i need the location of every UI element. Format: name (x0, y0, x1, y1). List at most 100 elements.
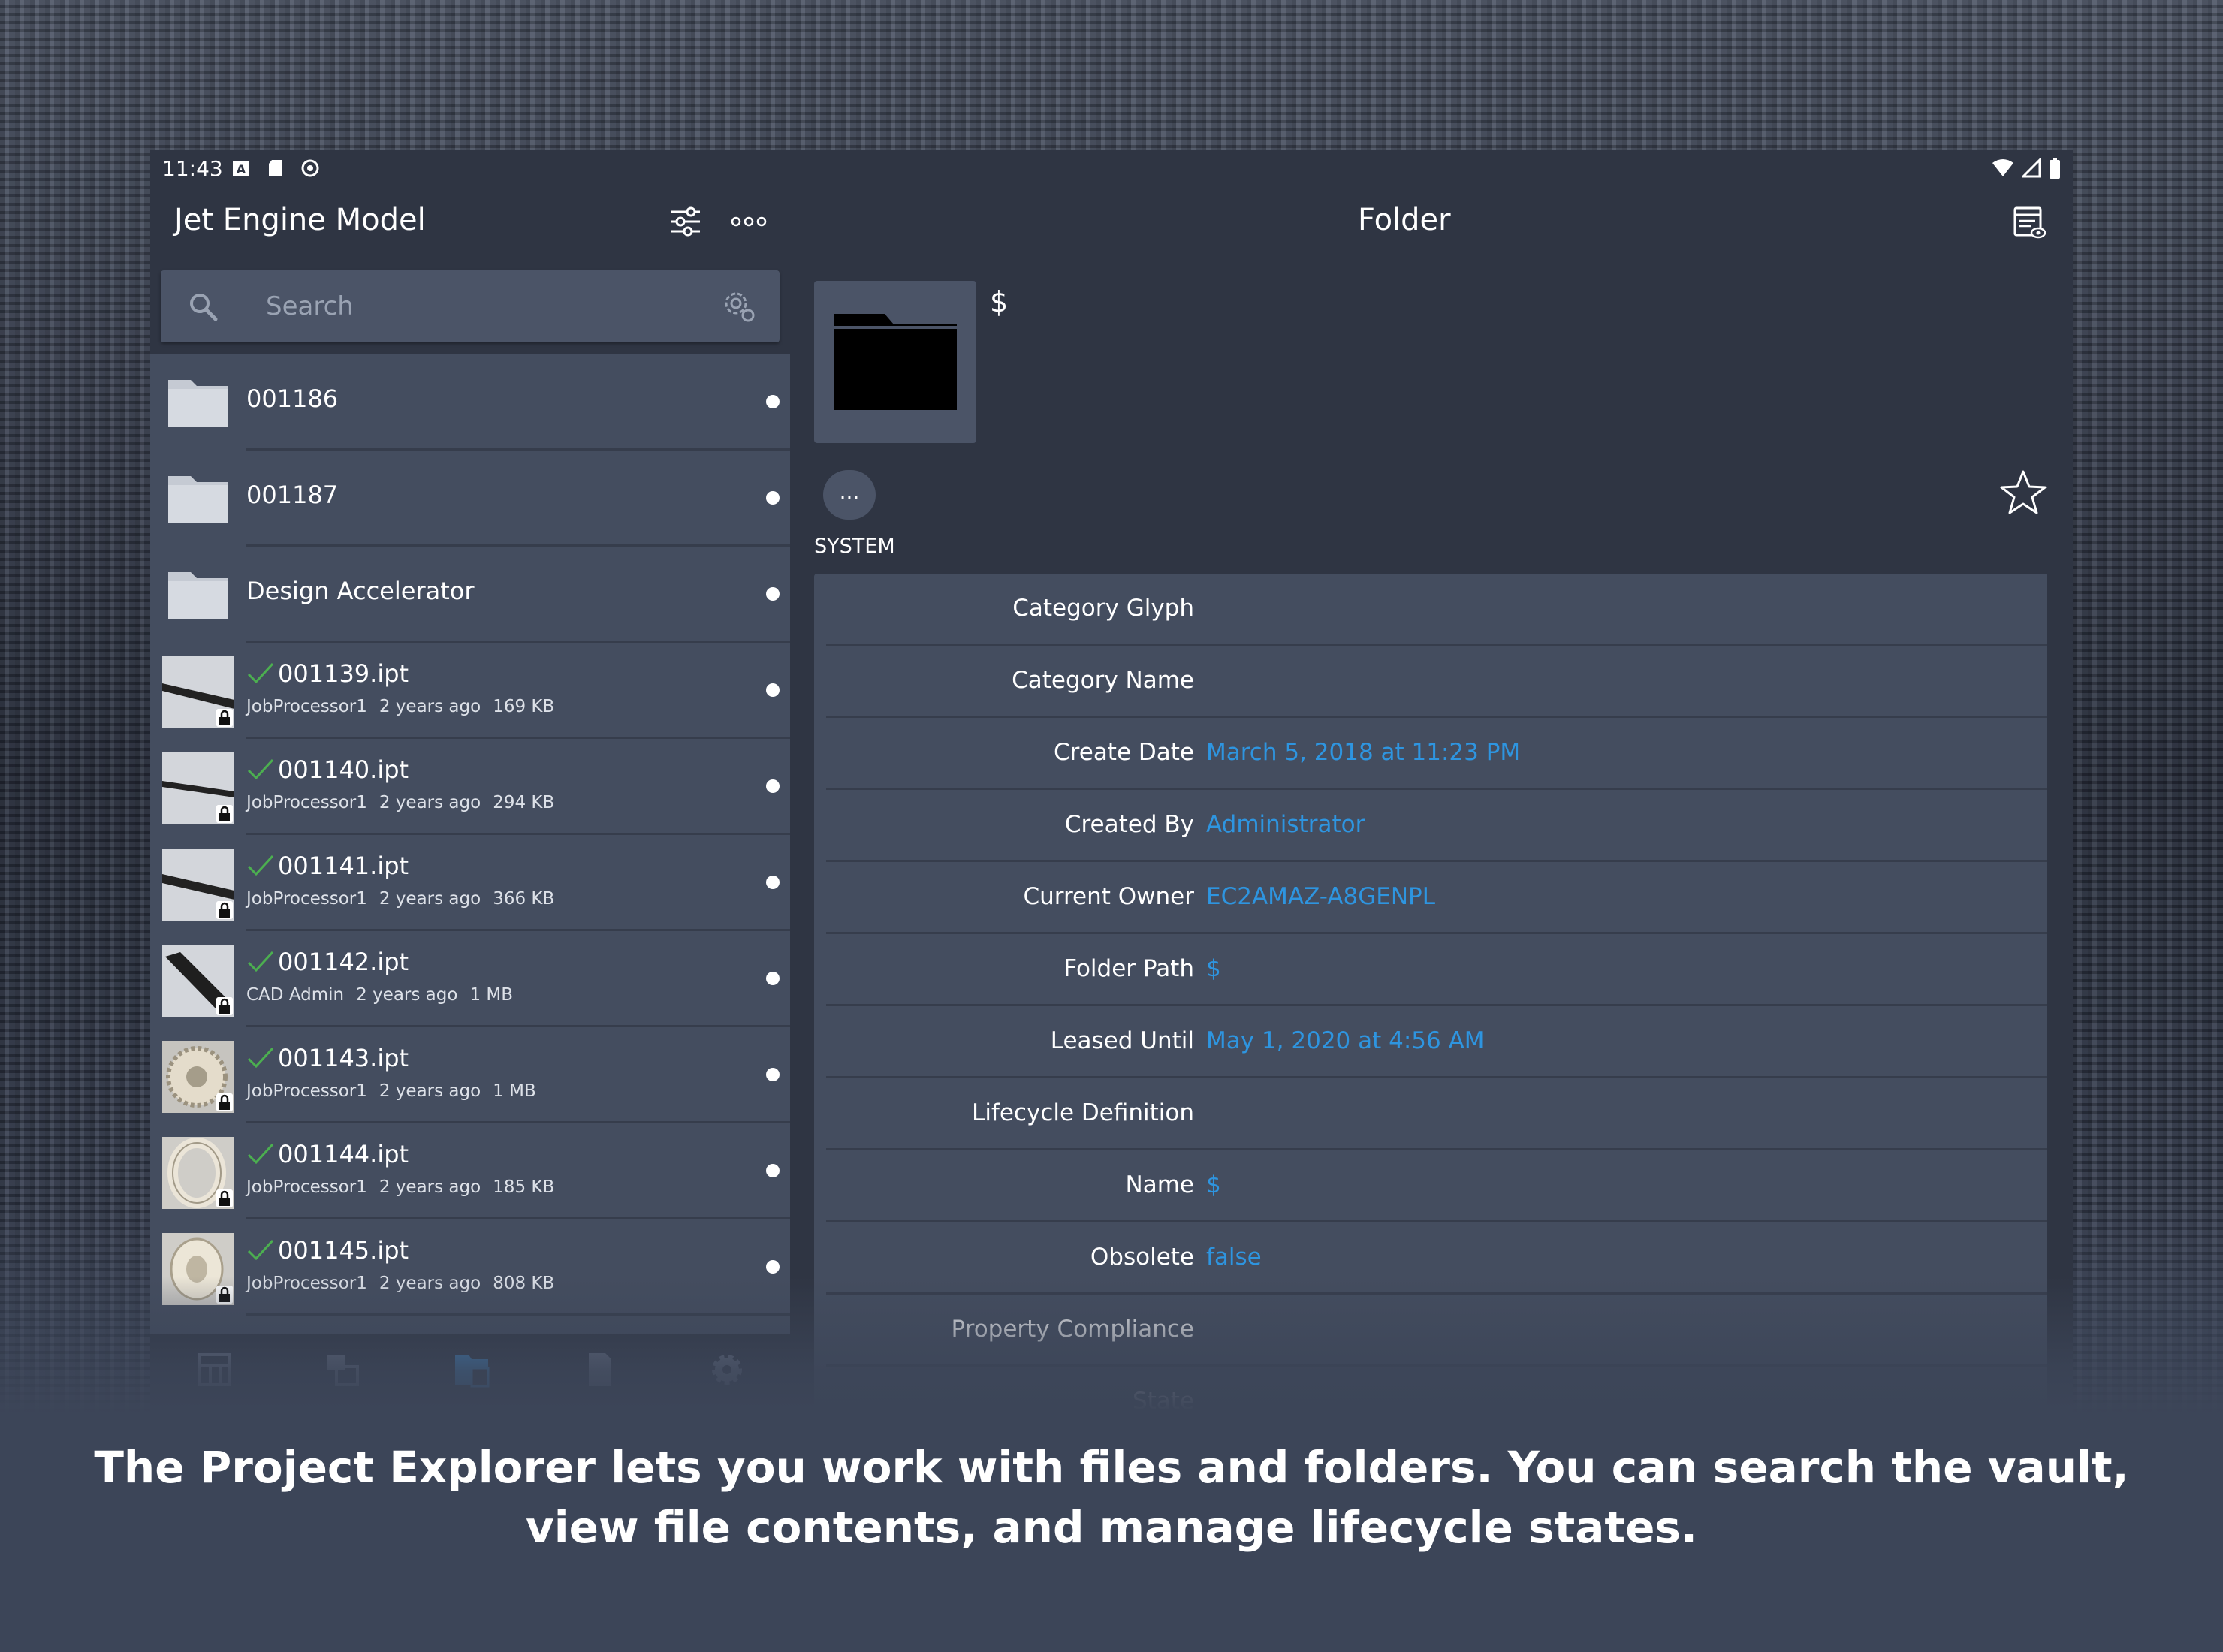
explorer-folder-icon[interactable] (449, 1347, 494, 1392)
list-item-folder[interactable]: 001186 (150, 354, 790, 451)
status-dot (766, 779, 780, 793)
file-name-row: 001142.ipt (246, 948, 409, 976)
svg-text:A: A (237, 162, 246, 176)
property-label: Lifecycle Definition (972, 1099, 1194, 1126)
property-value[interactable]: Administrator (1206, 811, 1365, 838)
status-dot (766, 587, 780, 601)
file-meta: JobProcessor1 2 years ago 808 KB (246, 1274, 566, 1293)
file-size: 185 KB (493, 1177, 555, 1197)
status-dot (766, 1164, 780, 1177)
search-settings-gear-icon[interactable] (719, 287, 759, 326)
file-author: CAD Admin (246, 985, 345, 1005)
file-meta: JobProcessor1 2 years ago 169 KB (246, 697, 566, 716)
file-age: 2 years ago (356, 985, 458, 1005)
list-item-file[interactable]: 001142.ipt CAD Admin 2 years ago 1 MB (150, 931, 790, 1027)
status-dot (766, 876, 780, 889)
search-input[interactable] (266, 287, 686, 326)
file-author: JobProcessor1 (246, 793, 367, 812)
system-status-icons (1992, 158, 2061, 179)
property-value[interactable]: May 1, 2020 at 4:56 AM (1206, 1027, 1485, 1054)
list-item-file[interactable]: 001139.ipt JobProcessor1 2 years ago 169 K… (150, 643, 790, 739)
favorite-star-icon[interactable] (1999, 469, 2047, 517)
section-label: SYSTEM (814, 535, 895, 558)
lock-icon (216, 1286, 233, 1304)
file-thumbnail (162, 656, 234, 728)
lock-icon (216, 709, 233, 727)
file-name: 001145.ipt (278, 1236, 409, 1265)
notification-icons: A (231, 158, 320, 179)
file-meta: CAD Admin 2 years ago 1 MB (246, 985, 525, 1005)
property-label: Created By (1064, 811, 1194, 838)
property-label: Category Glyph (1012, 595, 1194, 622)
lock-icon (216, 901, 233, 919)
search-bar (161, 270, 780, 342)
file-name-row: 001145.ipt (246, 1236, 409, 1265)
view-details-icon[interactable] (2013, 206, 2046, 239)
wifi-icon (1992, 159, 2013, 176)
property-row: Name $ (826, 1150, 2047, 1222)
folder-name: 001186 (246, 384, 339, 413)
file-author: JobProcessor1 (246, 697, 367, 716)
document-icon[interactable] (577, 1347, 622, 1392)
left-header: Jet Engine Model (150, 186, 796, 261)
filter-sliders-icon[interactable] (668, 204, 703, 239)
property-row: Property Compliance (826, 1295, 2047, 1367)
file-size: 1 MB (469, 985, 514, 1005)
list-item-file[interactable]: 001141.ipt JobProcessor1 2 years ago 366 K… (150, 835, 790, 931)
list-item-folder[interactable]: Design Accelerator (150, 547, 790, 643)
file-name-row: 001140.ipt (246, 755, 409, 784)
file-name-row: 001144.ipt (246, 1140, 409, 1168)
file-name-row: 001139.ipt (246, 659, 409, 688)
more-options-icon[interactable] (730, 204, 768, 239)
actions-menu-button[interactable]: ... (823, 470, 876, 520)
list-item-file[interactable]: 001144.ipt JobProcessor1 2 years ago 185 K… (150, 1123, 790, 1219)
property-row: Created By Administrator (826, 790, 2047, 862)
file-meta: JobProcessor1 2 years ago 294 KB (246, 793, 566, 812)
caption-line-1: The Project Explorer lets you work with … (94, 1442, 2129, 1493)
folder-preview (814, 281, 976, 443)
lock-icon (216, 1189, 233, 1207)
folder-icon (168, 380, 228, 427)
file-age: 2 years ago (379, 793, 481, 812)
tablet-screen: 11:43 A Jet Engine Model Search 001186 0… (150, 150, 2073, 1412)
property-label: State (1132, 1388, 1194, 1412)
bottom-navigation (150, 1334, 790, 1412)
file-thumbnail (162, 752, 234, 824)
property-value[interactable]: $ (1206, 1171, 1221, 1198)
file-name: 001144.ipt (278, 1140, 409, 1168)
detail-title: Folder (1358, 203, 1451, 237)
file-name: 001143.ipt (278, 1044, 409, 1072)
file-thumbnail (162, 945, 234, 1017)
search-icon (190, 294, 218, 321)
settings-gear-icon[interactable] (704, 1347, 750, 1392)
checked-in-check-icon (247, 1047, 274, 1069)
folder-icon (168, 476, 228, 523)
file-size: 808 KB (493, 1274, 555, 1293)
property-label: Category Name (1012, 667, 1194, 694)
file-name: 001139.ipt (278, 659, 409, 688)
property-row: Folder Path $ (826, 934, 2047, 1006)
list-item-file[interactable]: 001143.ipt JobProcessor1 2 years ago 1 MB (150, 1027, 790, 1123)
dashboard-grid-icon[interactable] (192, 1347, 237, 1392)
projects-icon[interactable] (320, 1347, 365, 1392)
property-value[interactable]: false (1206, 1244, 1262, 1271)
property-value[interactable]: EC2AMAZ-A8GENPL (1206, 883, 1435, 910)
file-name-row: 001143.ipt (246, 1044, 409, 1072)
sync-circle-icon (301, 159, 319, 177)
list-item-folder[interactable]: 001187 (150, 451, 790, 547)
property-label: Property Compliance (951, 1316, 1194, 1343)
list-item-file[interactable]: 001145.ipt JobProcessor1 2 years ago 808 K… (150, 1219, 790, 1316)
file-age: 2 years ago (379, 1274, 481, 1293)
property-row: Category Name (826, 646, 2047, 718)
file-thumbnail (162, 1233, 234, 1305)
lock-icon (216, 997, 233, 1015)
file-author: JobProcessor1 (246, 1274, 367, 1293)
file-age: 2 years ago (379, 1177, 481, 1197)
list-item-file[interactable]: 001140.ipt JobProcessor1 2 years ago 294 K… (150, 739, 790, 835)
file-thumbnail (162, 849, 234, 921)
checked-in-check-icon (247, 662, 274, 684)
checked-in-check-icon (247, 855, 274, 876)
property-value[interactable]: March 5, 2018 at 11:23 PM (1206, 739, 1520, 766)
property-value[interactable]: $ (1206, 955, 1221, 982)
property-row: Category Glyph (826, 574, 2047, 646)
